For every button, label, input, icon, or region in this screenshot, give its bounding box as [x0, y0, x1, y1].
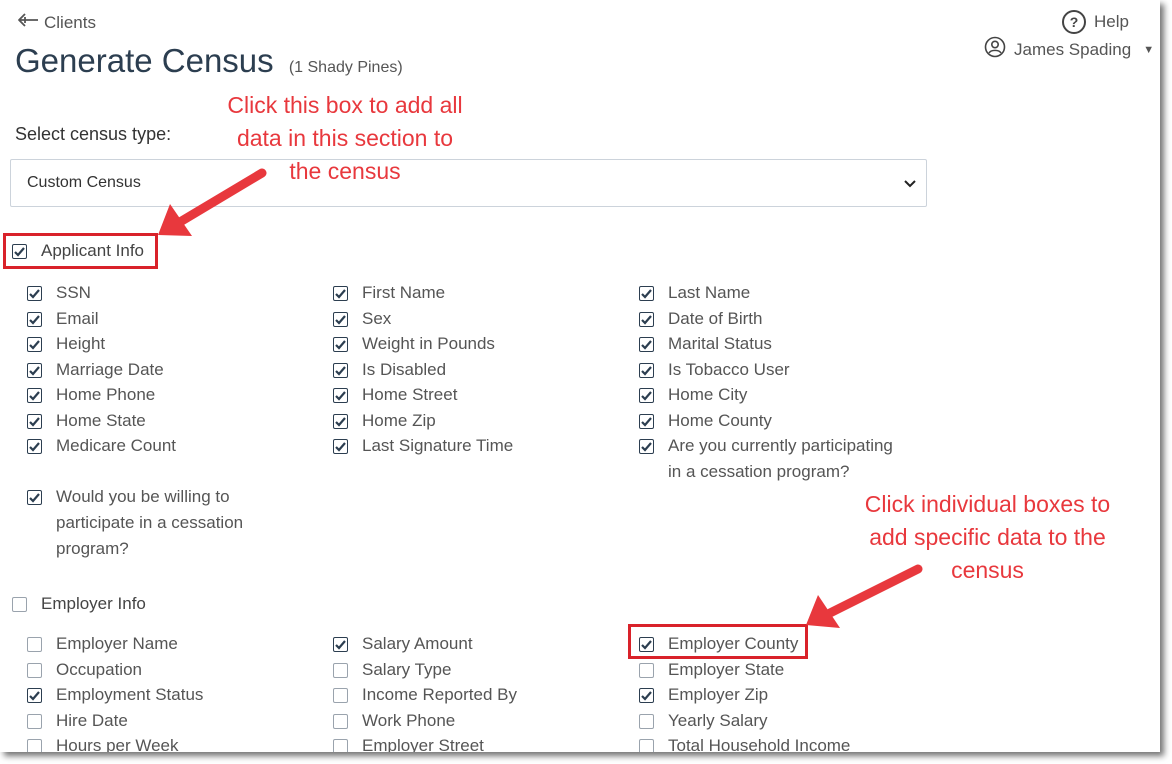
- arrow-to-employer-county: [806, 564, 923, 628]
- page-frame: Clients Generate Census (1 Shady Pines) …: [0, 0, 1160, 752]
- arrow-to-section-checkbox: [158, 168, 267, 236]
- annotation-arrows: [158, 168, 923, 628]
